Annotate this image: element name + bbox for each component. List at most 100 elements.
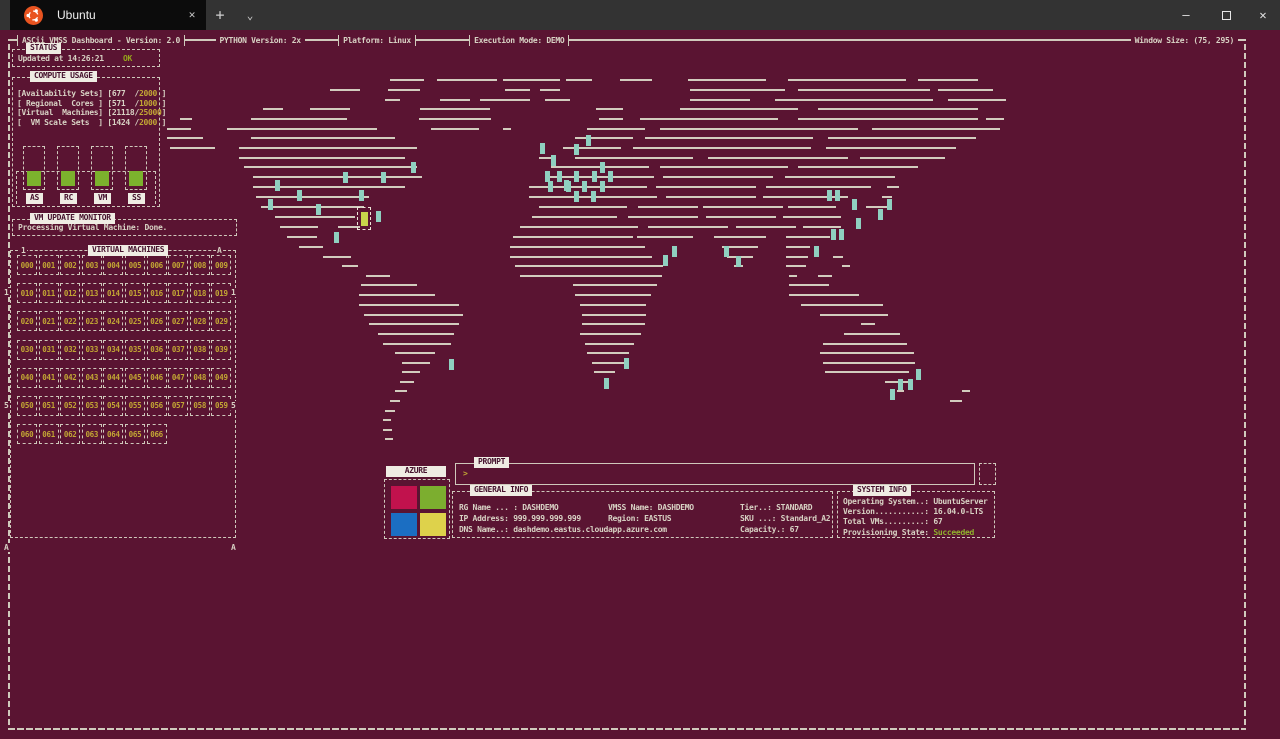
map-land-segment	[628, 216, 698, 218]
vm-cell-id: 046	[150, 373, 163, 382]
vm-cell-id: 036	[150, 345, 163, 354]
tab-close-icon[interactable]: ✕	[184, 7, 200, 23]
vm-cell-id: 041	[42, 373, 55, 382]
ubuntu-logo-icon	[24, 6, 43, 25]
vm-cell-010: 010	[17, 283, 37, 303]
vm-cell-030: 030	[17, 340, 37, 360]
vm-cell-id: 053	[85, 401, 98, 410]
tab-dropdown-button[interactable]: ⌄	[236, 0, 264, 30]
vm-cell-id: 039	[215, 345, 228, 354]
minimize-button[interactable]: —	[1166, 0, 1206, 30]
compute-metric-used: 1424 /	[112, 118, 139, 127]
vm-row-marker-5: 5	[230, 401, 237, 410]
vm-cell-014: 014	[103, 283, 123, 303]
map-land-segment	[690, 89, 785, 91]
vm-location-marker	[381, 172, 386, 183]
vm-cell-id: 022	[64, 317, 77, 326]
vm-cell-039: 039	[211, 340, 231, 360]
status-updated-text: Updated at 14:26:21	[18, 54, 104, 63]
map-land-segment	[227, 128, 377, 130]
map-land-segment	[361, 284, 417, 286]
map-land-segment	[620, 79, 652, 81]
vm-cell-id: 015	[129, 289, 142, 298]
gauge-label-rc: RC	[60, 193, 77, 204]
map-land-segment	[251, 118, 347, 120]
terminal-tab-ubuntu[interactable]: Ubuntu ✕	[10, 0, 206, 30]
vm-row-marker-5: 5	[3, 401, 10, 410]
map-land-segment	[599, 118, 623, 120]
vm-cell-id: 063	[85, 430, 98, 439]
map-land-segment	[239, 157, 405, 159]
vm-cell-055: 055	[125, 396, 145, 416]
vm-cell-id: 030	[21, 345, 34, 354]
prompt-cursor-box[interactable]	[979, 463, 996, 485]
azure-logo-square-red	[391, 486, 417, 509]
system-info-row: Operating System..: UbuntuServer	[843, 497, 988, 507]
map-land-segment	[359, 304, 459, 306]
vm-location-marker	[916, 369, 921, 380]
map-land-segment	[402, 362, 430, 364]
map-land-segment	[369, 323, 459, 325]
vm-cell-id: 024	[107, 317, 120, 326]
map-land-segment	[239, 147, 417, 149]
vm-location-marker	[411, 162, 416, 173]
map-land-segment	[645, 137, 813, 139]
vm-cell-id: 038	[193, 345, 206, 354]
compute-metric-max: 2000	[139, 118, 162, 127]
map-land-segment	[789, 284, 829, 286]
map-land-segment	[766, 186, 871, 188]
prompt-input[interactable]: >	[455, 463, 975, 485]
compute-usage-panel: [Availability Sets] [677 /2000 ][ Region…	[12, 77, 160, 207]
map-land-segment	[505, 89, 530, 91]
map-land-segment	[520, 275, 662, 277]
map-land-segment	[419, 118, 491, 120]
vm-cell-id: 010	[21, 289, 34, 298]
vm-cell-000: 000	[17, 255, 37, 275]
general-info-value: RG Name ... : DASHDEMO	[459, 503, 558, 513]
vm-location-marker	[574, 144, 579, 155]
map-land-segment	[938, 89, 993, 91]
map-land-segment	[580, 333, 641, 335]
vm-location-marker	[663, 255, 668, 266]
vm-cell-043: 043	[82, 368, 102, 388]
vm-cell-id: 059	[215, 401, 228, 410]
map-land-segment	[510, 256, 652, 258]
close-button[interactable]: ✕	[1246, 0, 1280, 30]
frame-right	[1244, 44, 1246, 728]
vm-cell-062: 062	[60, 424, 80, 444]
map-land-segment	[823, 362, 915, 364]
general-info-value: Capacity.: 67	[740, 525, 799, 535]
map-land-segment	[587, 352, 629, 354]
vm-cell-id: 026	[150, 317, 163, 326]
map-land-segment	[736, 226, 796, 228]
map-land-segment	[480, 99, 530, 101]
vm-cell-020: 020	[17, 311, 37, 331]
map-land-segment	[703, 206, 783, 208]
general-info-value: IP Address: 999.999.999.999	[459, 514, 581, 524]
vm-cell-041: 041	[39, 368, 59, 388]
map-land-segment	[823, 343, 907, 345]
vm-cell-id: 044	[107, 373, 120, 382]
map-land-segment	[431, 128, 479, 130]
vm-location-marker	[878, 209, 883, 220]
map-land-segment	[167, 128, 191, 130]
vm-cell-id: 066	[150, 430, 163, 439]
vm-cell-042: 042	[60, 368, 80, 388]
vm-cell-051: 051	[39, 396, 59, 416]
vm-cell-id: 058	[193, 401, 206, 410]
map-land-segment	[633, 147, 811, 149]
vm-location-marker	[887, 199, 892, 210]
compute-metric-max: 25000	[139, 108, 162, 117]
vm-location-marker	[268, 199, 273, 210]
map-land-segment	[828, 137, 976, 139]
map-land-segment	[825, 371, 909, 373]
vm-cell-id: 047	[172, 373, 185, 382]
map-land-segment	[503, 128, 511, 130]
vm-cell-035: 035	[125, 340, 145, 360]
gauge-fill	[27, 171, 41, 186]
vm-cell-049: 049	[211, 368, 231, 388]
maximize-button[interactable]	[1206, 0, 1246, 30]
terminal-screen: ASCii VMSS Dashboard - Version: 2.0 PYTH…	[0, 30, 1280, 739]
vm-cell-id: 014	[107, 289, 120, 298]
new-tab-button[interactable]: +	[206, 0, 234, 30]
